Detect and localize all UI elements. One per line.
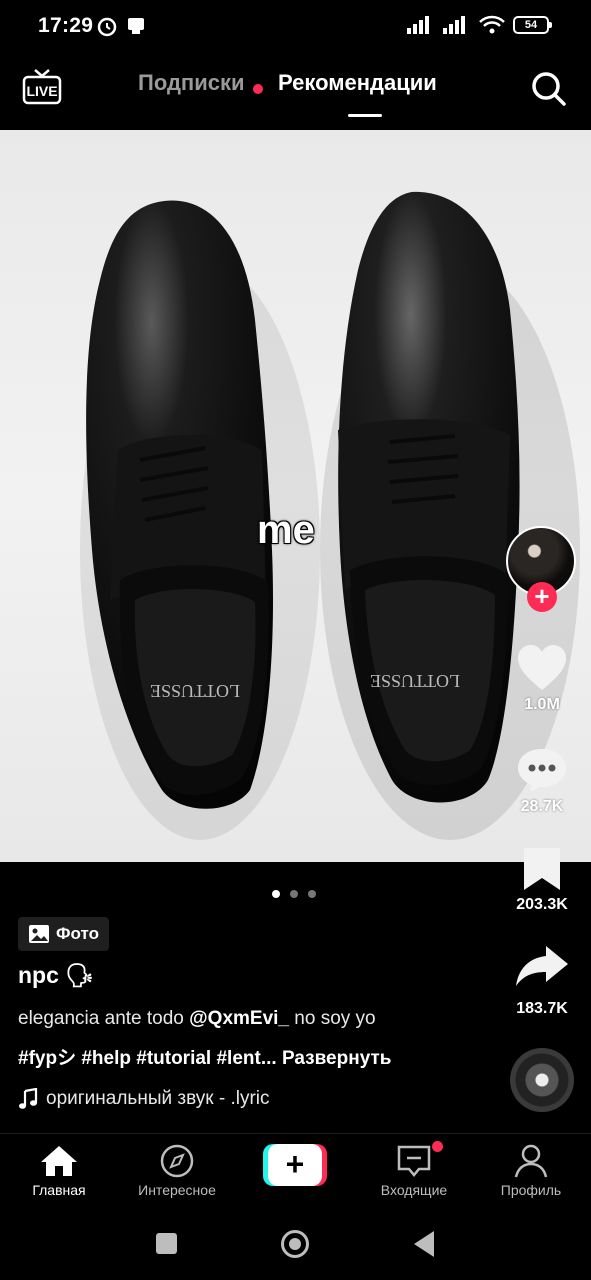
post-photo[interactable]: LOTTUSSE LOTTUSSE me [0,130,591,862]
tab-profile[interactable]: Профиль [481,1144,581,1198]
post-caption: elegancia ante todo @QxmEvi_ no soy yo [18,1008,376,1030]
comment-button[interactable]: 28.7K [506,746,578,816]
photo-badge-label: Фото [56,924,99,943]
caption-text: elegancia ante todo [18,1008,190,1029]
compass-icon [160,1144,194,1178]
share-count: 183.7K [516,1000,568,1017]
search-icon[interactable] [528,68,568,108]
slide-pager [272,890,316,898]
notification-icon [128,18,144,34]
inbox-badge-dot [432,1141,443,1152]
like-count: 1.0M [524,696,560,713]
hashtags[interactable]: #fypシ #help #tutorial #lent... [18,1048,277,1069]
battery-indicator: 54 [513,16,552,34]
slide-dot-active[interactable] [272,890,280,898]
create-button[interactable]: + [263,1144,327,1186]
photo-badge: Фото [18,917,109,951]
tab-following[interactable]: Подписки [138,70,245,96]
status-bar: 17:29 54 [0,0,591,54]
home-icon [41,1146,77,1176]
expand-caption-link[interactable]: Развернуть [282,1048,392,1069]
heart-icon [518,645,566,690]
tab-discover[interactable]: Интересное [127,1144,227,1198]
slide-dot[interactable] [308,890,316,898]
following-new-dot [253,84,263,94]
system-nav-bar [0,1213,591,1280]
caption-mention[interactable]: @QxmEvi_ [189,1008,289,1029]
music-line[interactable]: оригинальный звук - .lyric [18,1088,270,1110]
username-text: npc [18,962,59,988]
bookmark-icon [524,848,560,890]
tab-inbox-label: Входящие [380,1182,448,1198]
tab-inbox[interactable]: Входящие [364,1144,464,1198]
music-title: оригинальный звук - .lyric [46,1088,270,1109]
tab-discover-label: Интересное [138,1182,216,1198]
tab-home[interactable]: Главная [9,1144,109,1198]
speaking-head-emoji: 🗣 [64,962,95,988]
like-button[interactable]: 1.0M [506,644,578,714]
status-time: 17:29 [38,14,94,37]
signal-icon [407,16,429,34]
brand-right: LOTTUSSE [370,671,460,691]
active-tab-indicator [348,114,382,117]
brand-left: LOTTUSSE [150,681,240,701]
live-icon[interactable]: LIVE [22,68,62,106]
comment-count: 28.7K [520,798,564,815]
bottom-tab-bar: Главная Интересное + Входящие Профиль [0,1133,591,1213]
music-disc-icon[interactable] [510,1048,574,1112]
back-button[interactable] [414,1231,434,1257]
alarm-icon [97,17,117,37]
save-count: 203.3K [516,896,568,913]
image-icon [29,925,49,943]
recents-button[interactable] [156,1233,177,1254]
top-nav: LIVE Подписки Рекомендации [0,54,591,130]
signal-icon-2 [443,16,465,34]
save-button[interactable]: 203.3K [506,846,578,914]
profile-icon [514,1144,548,1178]
wifi-icon [479,15,505,34]
plus-icon: + [268,1144,322,1186]
overlay-text: me [257,508,315,552]
music-note-icon [19,1088,38,1109]
hashtags-line: #fypシ #help #tutorial #lent... Развернут… [18,1043,391,1070]
share-icon [516,946,568,986]
follow-button[interactable]: + [527,582,557,612]
live-label: LIVE [26,83,57,99]
tab-profile-label: Профиль [500,1182,562,1198]
comment-icon [518,749,566,792]
author-username[interactable]: npc 🗣 [18,962,94,989]
shoes-image: LOTTUSSE LOTTUSSE [80,191,580,840]
tab-home-label: Главная [32,1182,86,1198]
share-button[interactable]: 183.7K [506,942,578,1018]
tab-for-you[interactable]: Рекомендации [278,70,437,96]
slide-dot[interactable] [290,890,298,898]
home-system-button[interactable] [281,1230,309,1258]
inbox-icon [397,1145,431,1177]
caption-tail: no soy yo [289,1008,376,1029]
